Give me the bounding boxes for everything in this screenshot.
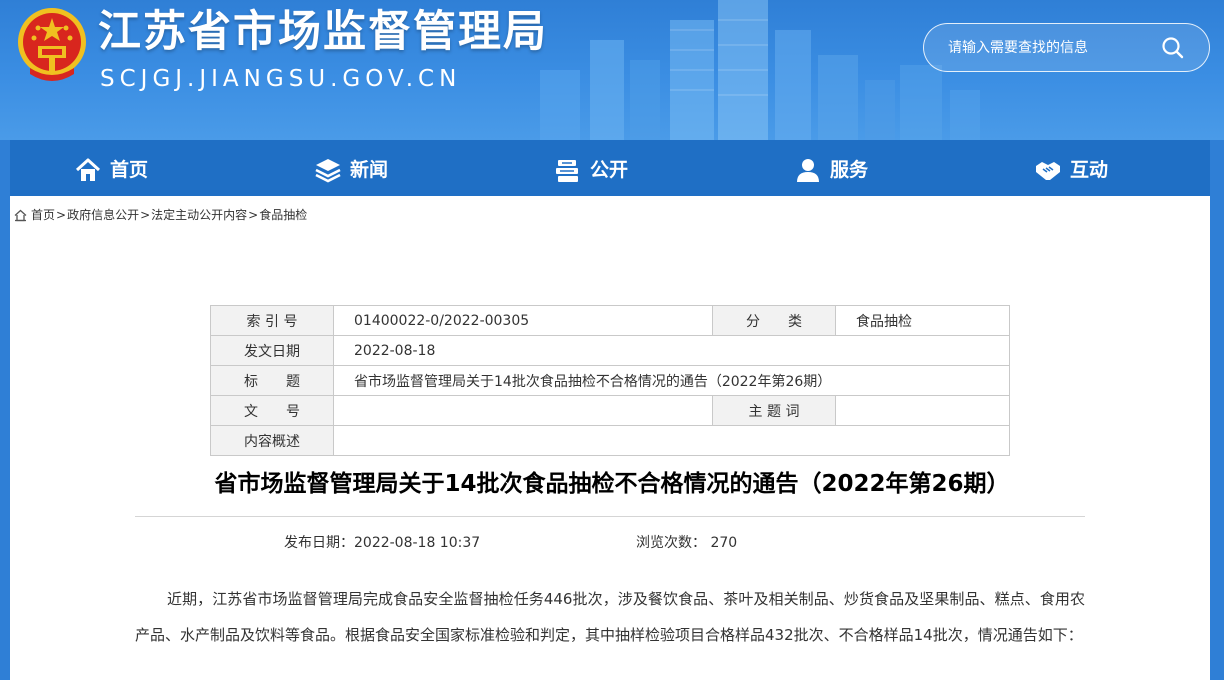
home-outline-icon xyxy=(14,209,27,221)
category-label: 分 类 xyxy=(712,305,836,336)
table-row: 内容概述 xyxy=(210,425,1010,456)
table-row: 文 号 主 题 词 xyxy=(210,395,1010,426)
nav-label: 新闻 xyxy=(350,158,389,181)
nav-item-home[interactable]: 首页 xyxy=(74,140,148,196)
nav-label: 服务 xyxy=(830,158,869,181)
user-icon xyxy=(797,159,819,182)
date-label: 发文日期 xyxy=(210,335,334,366)
main-nav: 首页 新闻 公开 服务 互动 xyxy=(10,140,1210,196)
breadcrumb-separator: > xyxy=(248,208,259,222)
index-label: 索 引 号 xyxy=(210,305,334,336)
table-row: 标 题 省市场监督管理局关于14批次食品抽检不合格情况的通告（2022年第26期… xyxy=(210,365,1010,396)
breadcrumb: 首页 > 政府信息公开 > 法定主动公开内容 > 食品抽检 xyxy=(14,207,307,223)
nav-label: 公开 xyxy=(590,158,629,181)
home-icon xyxy=(75,158,101,181)
nav-item-news[interactable]: 新闻 xyxy=(314,140,388,196)
title-value: 省市场监督管理局关于14批次食品抽检不合格情况的通告（2022年第26期） xyxy=(333,365,1010,396)
nav-label: 互动 xyxy=(1070,158,1109,181)
publish-value: 2022-08-18 10:37 xyxy=(354,535,481,551)
doc-no-value xyxy=(333,395,713,426)
index-value: 01400022-0/2022-00305 xyxy=(333,305,713,336)
date-value: 2022-08-18 xyxy=(333,335,1010,366)
breadcrumb-gov-info[interactable]: 政府信息公开 xyxy=(67,207,139,223)
category-value: 食品抽检 xyxy=(835,305,1010,336)
table-row: 索 引 号 01400022-0/2022-00305 分 类 食品抽检 xyxy=(210,305,1010,336)
breadcrumb-separator: > xyxy=(56,208,67,222)
doc-no-label: 文 号 xyxy=(210,395,334,426)
nav-item-interact[interactable]: 互动 xyxy=(1034,140,1108,196)
nav-item-public[interactable]: 公开 xyxy=(554,140,628,196)
publish-date: 发布日期：2022-08-18 10:37 xyxy=(284,534,480,552)
article-paragraph: 近期，江苏省市场监督管理局完成食品安全监督抽检任务446批次，涉及餐饮食品、茶叶… xyxy=(135,590,1085,644)
nav-label: 首页 xyxy=(110,158,149,181)
summary-label: 内容概述 xyxy=(210,425,334,456)
site-title[interactable]: 江苏省市场监督管理局 xyxy=(98,6,548,58)
site-domain: SCJGJ.JIANGSU.GOV.CN xyxy=(100,66,462,92)
document-meta-table: 索 引 号 01400022-0/2022-00305 分 类 食品抽检 发文日… xyxy=(210,305,1010,456)
publish-label: 发布日期： xyxy=(284,535,354,551)
article-title: 省市场监督管理局关于14批次食品抽检不合格情况的通告（2022年第26期） xyxy=(214,471,1010,497)
summary-value xyxy=(333,425,1010,456)
divider xyxy=(135,516,1085,517)
search-icon[interactable] xyxy=(1160,35,1186,61)
layers-icon xyxy=(315,159,341,183)
left-gutter xyxy=(0,140,10,680)
keywords-label: 主 题 词 xyxy=(712,395,836,426)
views-label: 浏览次数： xyxy=(636,535,706,551)
keywords-value xyxy=(835,395,1010,426)
site-header: 江苏省市场监督管理局 SCJGJ.JIANGSU.GOV.CN xyxy=(0,0,1224,140)
views-value: 270 xyxy=(710,535,738,551)
breadcrumb-separator: > xyxy=(140,208,151,222)
breadcrumb-food-inspection[interactable]: 食品抽检 xyxy=(259,207,307,223)
view-count: 浏览次数： 270 xyxy=(636,534,737,552)
nav-item-service[interactable]: 服务 xyxy=(794,140,868,196)
title-label: 标 题 xyxy=(210,365,334,396)
table-row: 发文日期 2022-08-18 xyxy=(210,335,1010,366)
handshake-icon xyxy=(1036,162,1060,180)
breadcrumb-statutory[interactable]: 法定主动公开内容 xyxy=(151,207,247,223)
right-gutter xyxy=(1210,140,1224,680)
search-input[interactable] xyxy=(948,36,1158,60)
breadcrumb-home[interactable]: 首页 xyxy=(31,207,55,223)
national-emblem-icon xyxy=(18,8,86,81)
stack-icon xyxy=(556,160,578,182)
